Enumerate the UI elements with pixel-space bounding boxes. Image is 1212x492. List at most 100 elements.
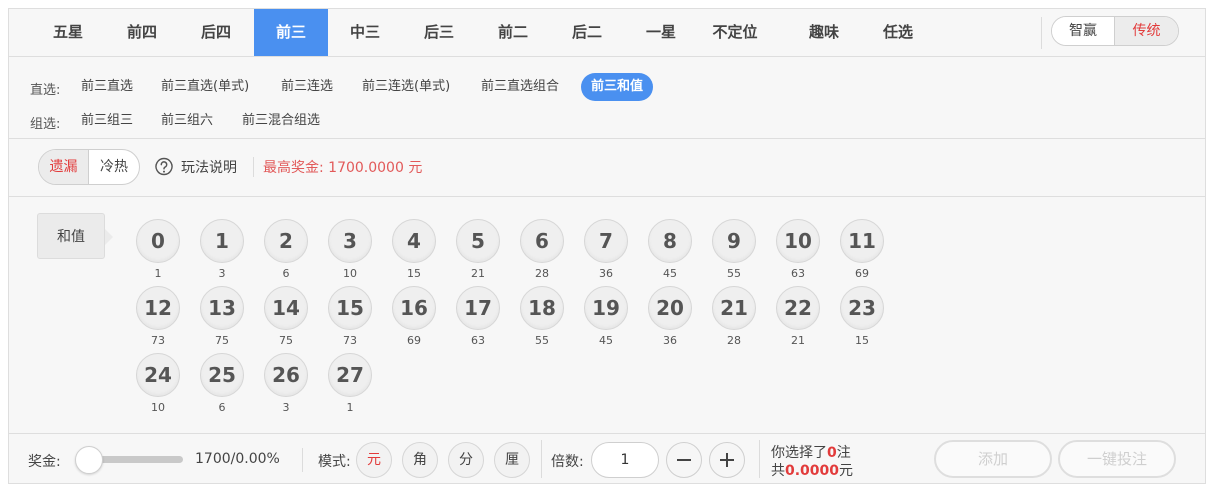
number-ball[interactable]: 11 — [840, 219, 884, 263]
number-ball[interactable]: 4 — [392, 219, 436, 263]
number-ball[interactable]: 17 — [456, 286, 500, 330]
info-bar: 遗漏 冷热 玩法说明 最高奖金: 1700.0000 元 — [9, 139, 1205, 197]
number-ball[interactable]: 6 — [520, 219, 564, 263]
subtab-qiansan-zhixuan-danshi[interactable]: 前三直选(单式) — [151, 73, 259, 101]
subtab-qiansan-zusan[interactable]: 前三组三 — [71, 107, 143, 135]
total-prefix: 共 — [771, 463, 785, 479]
tab-houer[interactable]: 后二 — [550, 9, 624, 56]
divider — [1041, 17, 1042, 49]
ball-item: 16 69 — [392, 286, 438, 352]
ball-miss-count: 6 — [282, 267, 290, 280]
number-ball[interactable]: 3 — [328, 219, 372, 263]
ball-miss-count: 63 — [791, 267, 805, 280]
number-ball[interactable]: 18 — [520, 286, 564, 330]
number-ball[interactable]: 23 — [840, 286, 884, 330]
tab-qianer[interactable]: 前二 — [476, 9, 550, 56]
ball-miss-count: 45 — [599, 334, 613, 347]
ball-miss-count: 15 — [855, 334, 869, 347]
unit-fen-button[interactable]: 分 — [448, 442, 484, 478]
hot-cold-option[interactable]: 冷热 — [89, 150, 139, 184]
number-ball[interactable]: 15 — [328, 286, 372, 330]
subtab-qiansan-hunhe-zuxuan[interactable]: 前三混合组选 — [232, 107, 330, 135]
ball-item: 7 36 — [584, 219, 630, 285]
tab-housi[interactable]: 后四 — [179, 9, 253, 56]
tab-renxuan[interactable]: 任选 — [861, 9, 935, 56]
ball-miss-count: 28 — [535, 267, 549, 280]
rules-link[interactable]: 玩法说明 — [181, 157, 237, 177]
rebate-slider-handle[interactable] — [75, 446, 103, 474]
ball-item: 19 45 — [584, 286, 630, 352]
number-ball[interactable]: 25 — [200, 353, 244, 397]
max-prize-text: 最高奖金: 1700.0000 元 — [263, 160, 423, 176]
ball-miss-count: 63 — [471, 334, 485, 347]
subtab-qiansan-lianxuan[interactable]: 前三连选 — [271, 73, 343, 101]
subtab-qiansan-zuliu[interactable]: 前三组六 — [151, 107, 223, 135]
mode-toggle[interactable]: 智赢 传统 — [1051, 16, 1179, 46]
decrease-multiple-button[interactable] — [666, 442, 702, 478]
number-ball[interactable]: 13 — [200, 286, 244, 330]
number-ball[interactable]: 20 — [648, 286, 692, 330]
ball-item: 17 63 — [456, 286, 502, 352]
number-ball[interactable]: 16 — [392, 286, 436, 330]
number-ball[interactable]: 9 — [712, 219, 756, 263]
ball-item: 26 — [264, 219, 310, 285]
number-ball[interactable]: 27 — [328, 353, 372, 397]
ball-miss-count: 75 — [215, 334, 229, 347]
unit-li-button[interactable]: 厘 — [494, 442, 530, 478]
tab-zhongsan[interactable]: 中三 — [328, 9, 402, 56]
selected-count: 0 — [827, 445, 837, 461]
tab-qiansi[interactable]: 前四 — [105, 9, 179, 56]
mode-chuantong-option[interactable]: 传统 — [1115, 17, 1178, 45]
tab-yixing[interactable]: 一星 — [624, 9, 698, 56]
ball-miss-count: 10 — [343, 267, 357, 280]
number-ball[interactable]: 2 — [264, 219, 308, 263]
subtab-qiansan-zhixuan-zuhe[interactable]: 前三直选组合 — [471, 73, 569, 101]
zhixuan-label: 直选: — [30, 83, 61, 98]
subtab-qiansan-zhixuan[interactable]: 前三直选 — [71, 73, 143, 101]
number-ball[interactable]: 12 — [136, 286, 180, 330]
ball-item: 9 55 — [712, 219, 758, 285]
number-ball[interactable]: 8 — [648, 219, 692, 263]
number-ball[interactable]: 14 — [264, 286, 308, 330]
tab-budingwei[interactable]: 不定位 — [698, 9, 772, 56]
increase-multiple-button[interactable] — [709, 442, 745, 478]
ball-item: 26 3 — [264, 353, 310, 419]
number-ball[interactable]: 21 — [712, 286, 756, 330]
tab-quwei[interactable]: 趣味 — [787, 9, 861, 56]
number-ball[interactable]: 22 — [776, 286, 820, 330]
tab-wuxing[interactable]: 五星 — [31, 9, 105, 56]
number-ball[interactable]: 5 — [456, 219, 500, 263]
rebate-slider-track[interactable] — [93, 456, 183, 463]
number-ball[interactable]: 10 — [776, 219, 820, 263]
unit-jiao-button[interactable]: 角 — [402, 442, 438, 478]
subtab-qiansan-hezhi[interactable]: 前三和值 — [581, 73, 654, 101]
total-suffix: 元 — [839, 463, 854, 479]
ball-item: 25 6 — [200, 353, 246, 419]
subtab-qiansan-lianxuan-danshi[interactable]: 前三连选(单式) — [352, 73, 460, 101]
number-ball[interactable]: 24 — [136, 353, 180, 397]
add-button[interactable]: 添加 — [934, 440, 1052, 478]
mode-zhiying-option[interactable]: 智赢 — [1052, 17, 1115, 45]
sum-row-label: 和值 — [37, 213, 113, 259]
miss-hotcold-toggle[interactable]: 遗漏 冷热 — [38, 149, 140, 185]
number-ball[interactable]: 1 — [200, 219, 244, 263]
one-click-bet-button[interactable]: 一键投注 — [1058, 440, 1176, 478]
help-icon[interactable] — [154, 157, 174, 177]
number-ball[interactable]: 26 — [264, 353, 308, 397]
mode-label: 模式: — [318, 454, 351, 470]
ball-miss-count: 1 — [346, 401, 354, 414]
divider — [759, 440, 760, 478]
tab-qiansan[interactable]: 前三 — [254, 9, 328, 56]
tab-housan[interactable]: 后三 — [402, 9, 476, 56]
multiple-input[interactable] — [591, 442, 659, 478]
number-ball[interactable]: 7 — [584, 219, 628, 263]
total-amount: 共0.0000元 — [771, 460, 853, 480]
number-ball[interactable]: 0 — [136, 219, 180, 263]
number-ball[interactable]: 19 — [584, 286, 628, 330]
lottery-panel: 五星 前四 后四 前三 中三 后三 前二 后二 一星 不定位 趣味 任选 智赢 … — [8, 8, 1206, 484]
miss-option[interactable]: 遗漏 — [39, 150, 89, 184]
ball-item: 12 73 — [136, 286, 182, 352]
ball-item: 4 15 — [392, 219, 438, 285]
ball-item: 13 — [200, 219, 246, 285]
unit-yuan-button[interactable]: 元 — [356, 442, 392, 478]
